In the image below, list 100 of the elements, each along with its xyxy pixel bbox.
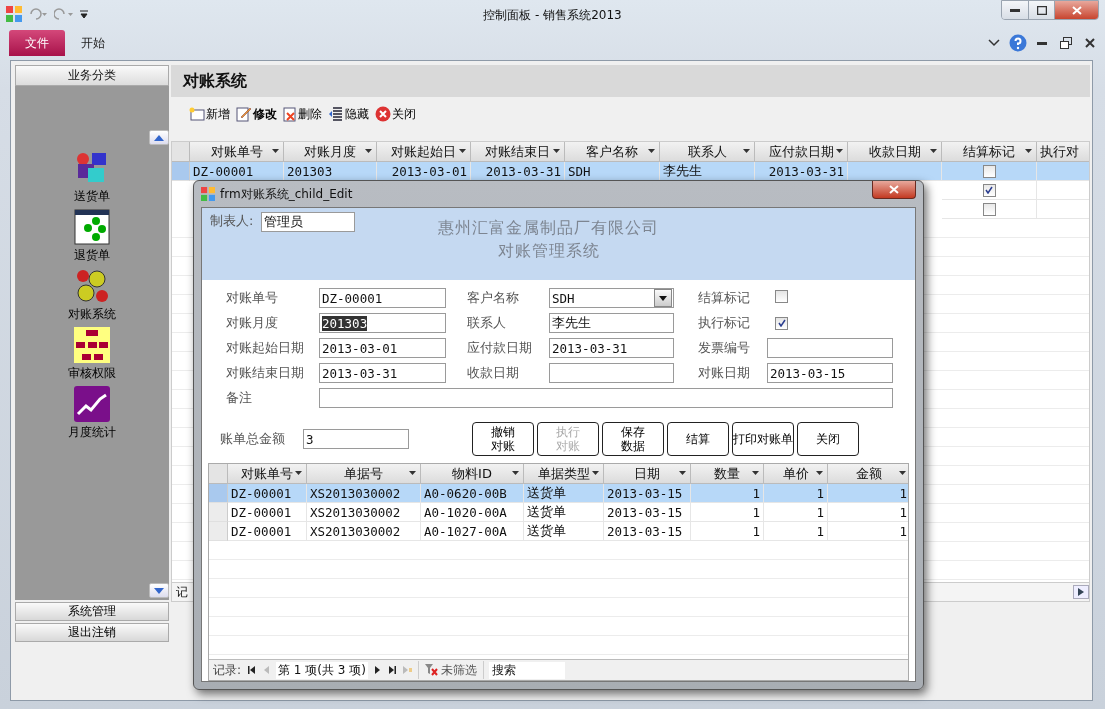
scroll-up-button[interactable] — [149, 130, 169, 145]
field-label: 对账日期 — [697, 364, 751, 382]
close-button[interactable] — [872, 181, 916, 199]
action-button[interactable]: 保存 数据 — [602, 422, 664, 456]
input-field[interactable]: DZ-00001 — [319, 288, 446, 308]
caret-icon — [836, 149, 843, 153]
up-arrow-icon — [154, 134, 164, 141]
input-field[interactable]: 2013-03-15 — [767, 363, 893, 383]
checkbox[interactable] — [775, 290, 788, 303]
column-header[interactable]: 客户名称 — [565, 142, 660, 162]
field-label: 对账起始日期 — [226, 339, 305, 357]
column-header[interactable]: 执行对 — [1037, 142, 1089, 162]
record-position[interactable]: 第 1 项(共 3 项) — [276, 661, 368, 679]
table-cell: 1 — [764, 522, 828, 541]
toolbar-button[interactable]: 关闭 — [375, 105, 416, 123]
toolbar-button[interactable]: 修改 — [236, 105, 277, 123]
column-header[interactable]: 收款日期 — [848, 142, 942, 162]
search-field[interactable]: 搜索 — [488, 661, 565, 679]
ribbon-tab[interactable]: 开始 — [65, 30, 121, 56]
input-field[interactable]: 李先生 — [549, 313, 674, 333]
input-field[interactable]: 管理员 — [261, 212, 356, 232]
sidebar-item[interactable]: 月度统计 — [68, 386, 116, 441]
field-label: 备注 — [226, 389, 253, 407]
help-icon[interactable] — [1009, 34, 1027, 52]
line-chart-icon — [74, 386, 110, 422]
table-cell: 1 — [764, 484, 828, 503]
customize-icon[interactable] — [80, 9, 88, 19]
dropdown[interactable]: SDH — [549, 288, 674, 308]
sidebar-item[interactable]: 退货单 — [74, 209, 110, 264]
toolbar-button[interactable]: 隐藏 — [328, 105, 369, 123]
column-header[interactable]: 单据号 — [307, 464, 421, 484]
sidebar-item[interactable]: 送货单 — [74, 150, 110, 205]
checkbox[interactable] — [775, 316, 788, 330]
column-header[interactable]: 数量 — [691, 464, 764, 484]
column-header[interactable]: 日期 — [604, 464, 691, 484]
table-cell: XS2013030002 — [307, 503, 421, 522]
table-cell: 1 — [691, 484, 764, 503]
input-field[interactable]: 2013-03-01 — [319, 338, 446, 358]
field-label: 账单总金额 — [220, 430, 285, 448]
scroll-down-button[interactable] — [149, 583, 169, 598]
action-button[interactable]: 关闭 — [797, 422, 859, 456]
column-header[interactable]: 单价 — [764, 464, 828, 484]
table-cell: A0-1027-00A — [421, 522, 524, 541]
system-title: 对账管理系统 — [497, 241, 600, 262]
field-label: 制表人: — [210, 212, 254, 230]
column-header[interactable]: 结算标记 — [942, 142, 1037, 162]
minimize-button[interactable] — [1002, 1, 1028, 19]
table-cell: A0-0620-00B — [421, 484, 524, 503]
input-field[interactable] — [767, 338, 893, 358]
caret-icon — [752, 471, 759, 475]
org-chart-icon — [74, 327, 110, 363]
sidebar-button[interactable]: 退出注销 — [15, 623, 169, 642]
field-label: 联系人 — [466, 314, 507, 332]
checkbox[interactable] — [982, 183, 996, 197]
first-record-icon[interactable] — [246, 664, 257, 676]
column-header[interactable]: 对账单号 — [228, 464, 307, 484]
caret-icon — [930, 149, 937, 153]
column-header[interactable]: 应付款日期 — [755, 142, 848, 162]
checkbox[interactable] — [982, 164, 996, 178]
maximize-button[interactable] — [1028, 1, 1054, 19]
toolbar-button[interactable]: 删除 — [283, 105, 322, 123]
action-button[interactable]: 打印对账单 — [732, 422, 794, 456]
action-button[interactable]: 撤销 对账 — [472, 422, 534, 456]
toolbar-button[interactable]: 新增 — [189, 105, 230, 123]
grid-corner — [209, 464, 228, 484]
column-header[interactable]: 联系人 — [660, 142, 755, 162]
sidebar-button[interactable]: 系统管理 — [15, 602, 169, 621]
scroll-right-button[interactable] — [1073, 585, 1089, 599]
column-header[interactable]: 对账单号 — [190, 142, 284, 162]
field-label: 收款日期 — [466, 364, 520, 382]
restore-icon[interactable] — [1057, 34, 1075, 52]
column-header[interactable]: 对账起始日 — [377, 142, 471, 162]
action-button[interactable]: 结算 — [667, 422, 729, 456]
close-icon — [1071, 5, 1082, 15]
column-header[interactable]: 物料ID — [421, 464, 524, 484]
input-field[interactable]: 3 — [303, 429, 409, 449]
close-button[interactable] — [1054, 1, 1098, 19]
last-record-icon[interactable] — [387, 664, 398, 676]
sidebar-item[interactable]: 对账系统 — [68, 268, 116, 323]
lines-icon — [328, 106, 344, 122]
input-field[interactable]: 201303 — [319, 313, 446, 333]
column-header[interactable]: 单据类型 — [524, 464, 604, 484]
app-icon[interactable] — [6, 6, 22, 22]
input-field[interactable]: 2013-03-31 — [549, 338, 674, 358]
column-header[interactable]: 金额 — [828, 464, 908, 484]
input-field[interactable] — [549, 363, 674, 383]
ribbon-tab[interactable]: 文件 — [9, 30, 65, 56]
page-title: 对账系统 — [183, 70, 247, 92]
sidebar-item[interactable]: 审核权限 — [68, 327, 116, 382]
column-header[interactable]: 对账结束日 — [471, 142, 565, 162]
filter-button[interactable]: 未筛选 — [417, 661, 484, 679]
table-cell: DZ-00001 — [190, 162, 284, 181]
input-field[interactable] — [319, 388, 893, 408]
checkbox[interactable] — [982, 202, 996, 216]
input-field[interactable]: 2013-03-31 — [319, 363, 446, 383]
table-cell: XS2013030002 — [307, 522, 421, 541]
field-label: 对账月度 — [226, 314, 279, 332]
sidebar-header[interactable]: 业务分类 — [15, 65, 169, 86]
field-label: 应付款日期 — [466, 339, 533, 357]
column-header[interactable]: 对账月度 — [284, 142, 377, 162]
